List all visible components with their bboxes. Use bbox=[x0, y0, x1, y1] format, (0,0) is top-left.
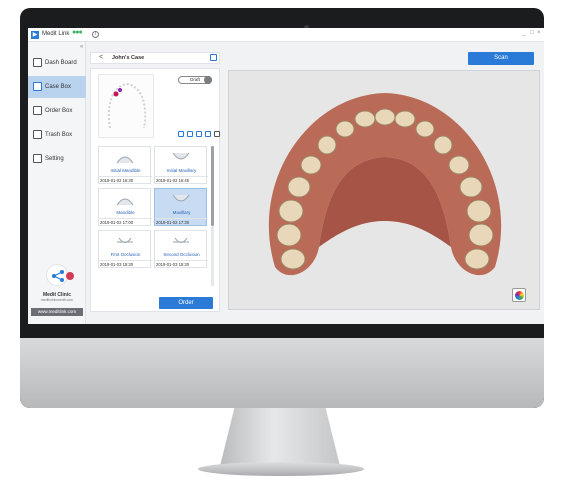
case-header bbox=[90, 52, 220, 64]
sidebar-item-label: Trash Box bbox=[45, 132, 73, 138]
dashboard-icon bbox=[33, 58, 42, 67]
status-dropdown-icon[interactable] bbox=[204, 76, 212, 84]
delete-icon[interactable] bbox=[214, 131, 220, 137]
title-bar: ▶ Medit Link ●●● i _ □ × bbox=[28, 28, 544, 42]
minimize-button[interactable]: _ bbox=[522, 30, 525, 36]
trash-box-icon bbox=[33, 130, 42, 139]
card-divider bbox=[99, 176, 152, 177]
share-icon[interactable] bbox=[178, 131, 184, 137]
scan-button[interactable]: Scan bbox=[468, 52, 534, 65]
sidebar-item-label: Case Box bbox=[45, 84, 72, 90]
jaw-scan-icon bbox=[116, 156, 134, 164]
medit-logo-icon: ▶ bbox=[31, 31, 39, 39]
jaw-scan-icon bbox=[173, 237, 189, 243]
info-icon[interactable]: i bbox=[92, 31, 99, 38]
jaw-scan-icon bbox=[117, 237, 133, 243]
scan-name: First Occlusion bbox=[110, 252, 141, 257]
status-dots: ●●● bbox=[72, 29, 83, 36]
scan-name: Mandible bbox=[116, 210, 135, 215]
scan-card[interactable]: First Occlusion 2019-01-03 15:30 bbox=[98, 230, 152, 268]
attach-icon[interactable] bbox=[187, 131, 193, 137]
scan-name: Initial Mandible bbox=[110, 168, 141, 173]
collapse-sidebar-button[interactable]: « bbox=[80, 44, 83, 50]
order-box-icon bbox=[33, 106, 42, 115]
scan-card[interactable]: Maxillary 2019-01-02 17:30 bbox=[154, 188, 208, 226]
link-icon[interactable] bbox=[196, 131, 202, 137]
scan-card[interactable]: Second Occlusion 2019-01-03 15:30 bbox=[154, 230, 208, 268]
export-icon[interactable] bbox=[205, 131, 211, 137]
maxillary-arch-model bbox=[268, 93, 502, 276]
card-divider bbox=[99, 260, 152, 261]
medit-link-url[interactable]: www.meditlink.com bbox=[31, 308, 83, 316]
case-title: John's Case bbox=[112, 55, 145, 61]
sidebar: « Dash Board Case Box Order Box Trash Bo… bbox=[28, 42, 86, 324]
card-divider bbox=[155, 218, 208, 219]
case-preview-thumbnail[interactable] bbox=[98, 74, 154, 138]
sidebar-item-trash-box[interactable]: Trash Box bbox=[28, 124, 86, 146]
scan-date: 2019-01-02 16:45 bbox=[156, 178, 190, 183]
jaw-scan-icon bbox=[116, 198, 134, 206]
case-box-icon bbox=[33, 82, 42, 91]
sidebar-item-label: Dash Board bbox=[45, 60, 77, 66]
scan-card[interactable]: Initial Mandible 2019-01-02 16:30 bbox=[98, 146, 152, 184]
card-divider bbox=[155, 176, 208, 177]
monitor-chin bbox=[20, 338, 544, 408]
scan-card[interactable]: Initial Maxillary 2019-01-02 16:45 bbox=[154, 146, 208, 184]
scan-date: 2019-01-02 17:00 bbox=[100, 220, 134, 225]
close-button[interactable]: × bbox=[537, 30, 541, 36]
settings-icon bbox=[33, 154, 42, 163]
sidebar-item-order-box[interactable]: Order Box bbox=[28, 100, 86, 122]
monitor-base bbox=[198, 462, 364, 476]
app-window: ▶ Medit Link ●●● i _ □ × « Dash Board Ca… bbox=[28, 28, 544, 324]
monitor-stand bbox=[220, 408, 340, 466]
color-map-icon[interactable] bbox=[512, 288, 526, 302]
scan-name: Second Occlusion bbox=[163, 252, 200, 257]
clinic-avatar[interactable] bbox=[46, 264, 68, 286]
scan-date: 2019-01-02 17:30 bbox=[156, 220, 190, 225]
back-button[interactable]: < bbox=[96, 53, 106, 63]
scan-list: Initial Mandible 2019-01-02 16:30 Initia… bbox=[98, 146, 210, 286]
clinic-website: meditclinicmedit.com bbox=[40, 298, 74, 302]
jaw-scan-icon bbox=[172, 194, 190, 202]
scan-card[interactable]: Mandible 2019-01-02 17:00 bbox=[98, 188, 152, 226]
scan-date: 2019-01-03 15:30 bbox=[156, 262, 190, 267]
scan-date: 2019-01-02 16:30 bbox=[100, 178, 134, 183]
edit-icon[interactable] bbox=[210, 54, 217, 61]
scan-date: 2019-01-03 15:30 bbox=[100, 262, 134, 267]
card-divider bbox=[155, 260, 208, 261]
app-title: Medit Link bbox=[42, 31, 70, 37]
sidebar-item-label: Setting bbox=[45, 156, 64, 162]
scrollbar-thumb[interactable] bbox=[211, 146, 214, 226]
scan-name: Initial Maxillary bbox=[166, 168, 197, 173]
maximize-button[interactable]: □ bbox=[530, 30, 534, 36]
sidebar-item-dashboard[interactable]: Dash Board bbox=[28, 52, 86, 74]
order-button[interactable]: Order bbox=[159, 297, 213, 309]
sidebar-item-setting[interactable]: Setting bbox=[28, 148, 86, 170]
3d-model-viewer[interactable] bbox=[228, 70, 540, 310]
sidebar-item-label: Order Box bbox=[45, 108, 73, 114]
scan-name: Maxillary bbox=[172, 210, 191, 215]
notification-badge bbox=[66, 272, 74, 280]
sidebar-item-case-box[interactable]: Case Box bbox=[28, 76, 86, 98]
card-divider bbox=[99, 218, 152, 219]
jaw-scan-icon bbox=[172, 152, 190, 160]
